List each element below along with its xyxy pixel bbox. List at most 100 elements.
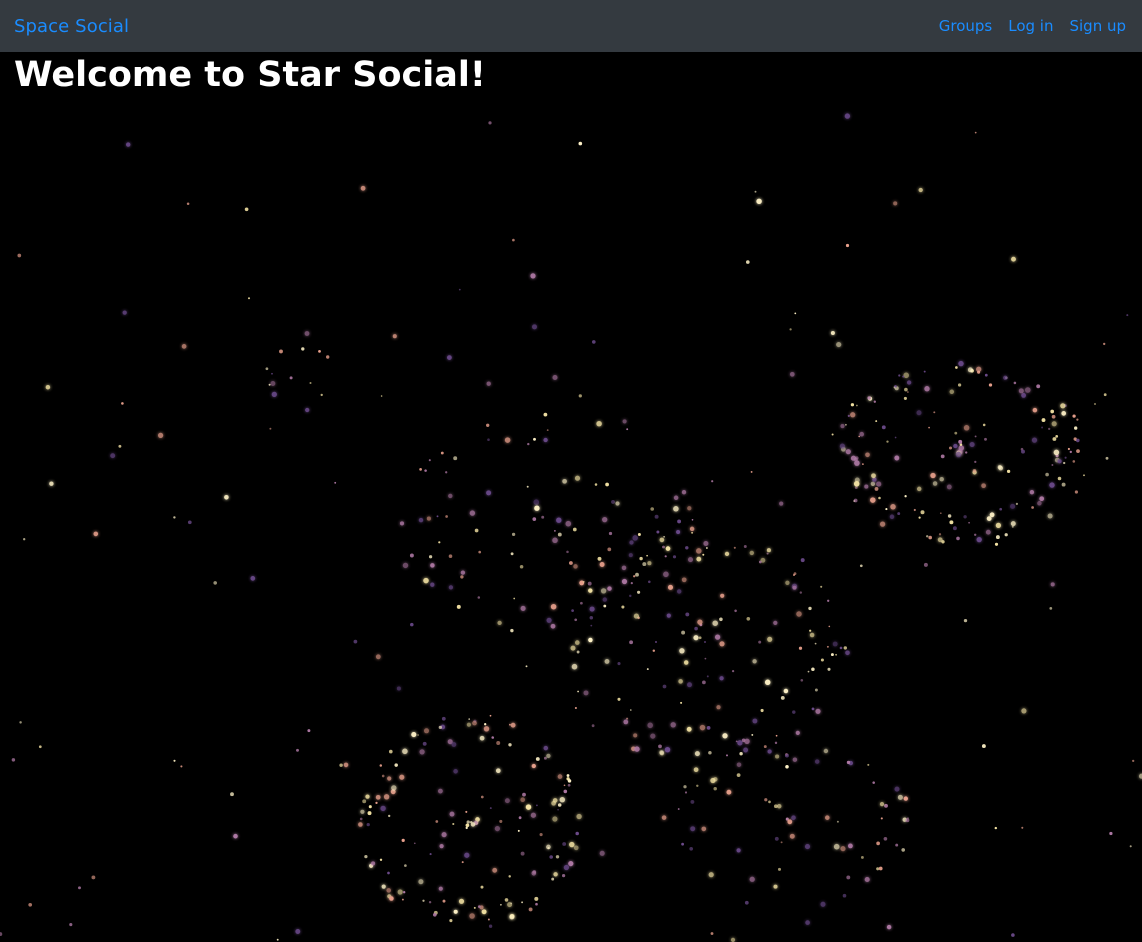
star-particle xyxy=(710,777,716,784)
nav-link-signup[interactable]: Sign up xyxy=(1069,17,1126,35)
star-particle xyxy=(784,753,789,758)
star-particle xyxy=(439,844,444,849)
star-particle xyxy=(429,853,432,856)
star-particle xyxy=(706,675,709,678)
star-particle xyxy=(792,757,798,762)
star-particle xyxy=(876,481,882,487)
star-particle xyxy=(615,501,620,506)
star-particle xyxy=(647,561,652,566)
star-particle xyxy=(630,581,633,585)
star-particle xyxy=(428,555,433,559)
star-particle xyxy=(981,744,986,749)
star-particle xyxy=(578,394,582,398)
star-particle xyxy=(859,564,863,568)
star-particle xyxy=(719,641,725,647)
star-particle xyxy=(573,564,578,569)
star-particle xyxy=(591,724,595,728)
star-particle xyxy=(889,514,895,520)
star-particle xyxy=(775,734,778,737)
star-particle xyxy=(546,844,551,850)
star-particle xyxy=(479,735,485,741)
star-particle xyxy=(1010,521,1016,527)
star-particle xyxy=(785,580,790,585)
nav-link-login[interactable]: Log in xyxy=(1008,17,1053,35)
star-particle xyxy=(906,380,912,385)
star-particle xyxy=(559,796,566,803)
star-particle xyxy=(388,814,391,818)
star-particle xyxy=(946,484,952,490)
nav-link-groups[interactable]: Groups xyxy=(939,17,992,35)
star-particle xyxy=(652,649,656,652)
star-particle xyxy=(568,561,573,565)
star-particle xyxy=(763,745,767,749)
star-particle xyxy=(49,481,54,486)
star-particle xyxy=(364,854,368,859)
star-particle xyxy=(633,613,639,619)
star-particle xyxy=(269,427,272,430)
star-particle xyxy=(466,820,470,824)
star-particle xyxy=(666,613,671,618)
star-particle xyxy=(766,552,769,555)
star-particle xyxy=(428,900,432,904)
star-particle xyxy=(681,490,687,495)
star-particle xyxy=(904,495,907,498)
star-particle xyxy=(752,718,758,724)
star-particle xyxy=(534,505,540,511)
star-particle xyxy=(438,541,441,544)
star-particle xyxy=(751,733,754,736)
star-particle xyxy=(809,632,815,638)
star-particle xyxy=(830,653,834,657)
star-particle xyxy=(562,478,567,484)
star-particle xyxy=(402,562,409,569)
brand-link[interactable]: Space Social xyxy=(14,16,129,37)
star-particle xyxy=(617,697,621,701)
star-particle xyxy=(872,781,875,784)
star-particle xyxy=(511,532,516,537)
star-particle xyxy=(381,884,386,889)
star-particle xyxy=(465,823,470,828)
star-particle xyxy=(814,688,818,692)
star-particle xyxy=(388,749,393,754)
star-particle xyxy=(567,779,572,783)
star-particle xyxy=(436,515,439,518)
star-particle xyxy=(520,605,526,611)
star-particle xyxy=(999,507,1003,511)
star-particle xyxy=(642,562,647,567)
star-particle xyxy=(497,620,502,626)
star-particle xyxy=(878,866,883,871)
star-particle xyxy=(831,433,834,436)
star-particle xyxy=(582,580,585,583)
star-particle xyxy=(563,864,570,871)
star-particle xyxy=(789,833,795,839)
star-particle xyxy=(424,469,427,472)
star-particle xyxy=(853,498,858,503)
star-particle xyxy=(1050,582,1055,587)
star-particle xyxy=(428,459,431,462)
star-particle xyxy=(793,572,797,576)
star-particle xyxy=(250,576,256,581)
star-particle xyxy=(832,641,838,647)
star-particle xyxy=(326,355,330,359)
star-particle xyxy=(69,923,73,927)
star-particle xyxy=(746,260,750,264)
star-particle xyxy=(320,393,323,397)
star-particle xyxy=(504,437,511,443)
star-particle xyxy=(687,682,692,688)
star-particle xyxy=(845,423,847,426)
star-particle xyxy=(600,588,607,594)
star-particle xyxy=(663,571,669,578)
star-particle xyxy=(489,714,492,717)
star-particle xyxy=(903,372,909,379)
star-particle xyxy=(629,709,632,711)
star-particle xyxy=(458,288,461,291)
star-particle xyxy=(916,410,922,416)
star-particle xyxy=(799,591,803,594)
star-particle xyxy=(925,535,929,538)
star-particle xyxy=(557,803,562,807)
star-particle xyxy=(391,785,397,791)
star-particle xyxy=(1011,256,1016,262)
star-particle xyxy=(686,726,692,732)
star-particle xyxy=(1109,831,1113,836)
star-particle xyxy=(794,312,797,315)
star-particle xyxy=(972,469,977,473)
